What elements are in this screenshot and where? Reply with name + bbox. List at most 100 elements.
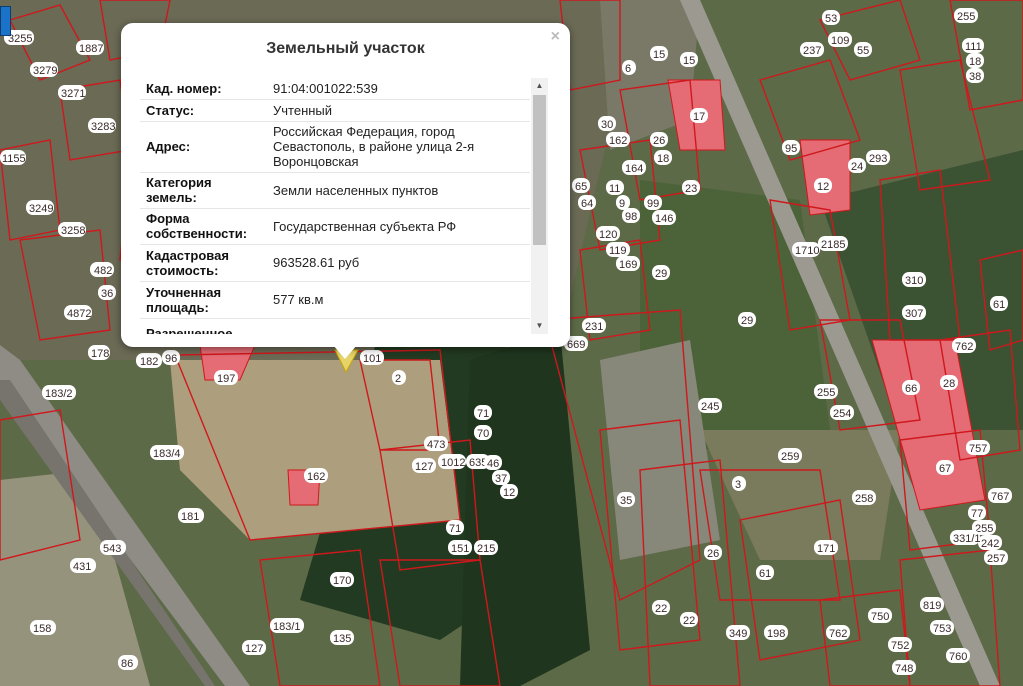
svg-text:65: 65 bbox=[575, 181, 587, 193]
svg-text:767: 767 bbox=[991, 491, 1009, 503]
svg-text:12: 12 bbox=[817, 181, 829, 193]
scrollbar-thumb[interactable] bbox=[533, 95, 546, 245]
svg-text:1155: 1155 bbox=[2, 153, 26, 165]
row-label-area: Уточненная площадь: bbox=[140, 281, 267, 319]
svg-text:3283: 3283 bbox=[91, 121, 115, 133]
svg-text:183/4: 183/4 bbox=[153, 448, 181, 460]
svg-text:753: 753 bbox=[933, 623, 951, 635]
svg-text:3279: 3279 bbox=[33, 65, 57, 77]
svg-text:162: 162 bbox=[609, 135, 627, 147]
svg-text:3: 3 bbox=[735, 479, 741, 491]
popup-scrollbar[interactable]: ▲ ▼ bbox=[531, 78, 548, 334]
svg-text:46: 46 bbox=[487, 458, 499, 470]
svg-text:15: 15 bbox=[653, 49, 665, 61]
svg-text:67: 67 bbox=[939, 463, 951, 475]
row-label-cadastral-value: Кадастровая стоимость: bbox=[140, 244, 267, 282]
row-label-address: Адрес: bbox=[140, 121, 267, 173]
svg-text:151: 151 bbox=[451, 543, 469, 555]
popup-pointer bbox=[333, 345, 357, 359]
svg-text:1710: 1710 bbox=[795, 245, 819, 257]
svg-text:2: 2 bbox=[395, 373, 401, 385]
svg-text:1012: 1012 bbox=[441, 457, 465, 469]
svg-text:35: 35 bbox=[620, 495, 632, 507]
svg-text:170: 170 bbox=[333, 575, 351, 587]
svg-text:71: 71 bbox=[449, 523, 461, 535]
svg-text:9: 9 bbox=[619, 198, 625, 210]
row-label-ownership: Форма собственности: bbox=[140, 208, 267, 245]
table-row: Кадастровая стоимость: 963528.61 руб bbox=[140, 244, 530, 282]
svg-text:61: 61 bbox=[993, 299, 1005, 311]
svg-text:331/1: 331/1 bbox=[953, 533, 981, 545]
svg-text:258: 258 bbox=[855, 493, 873, 505]
map-control-button[interactable] bbox=[0, 6, 11, 36]
scroll-up-arrow-icon[interactable]: ▲ bbox=[531, 78, 548, 94]
svg-text:171: 171 bbox=[817, 543, 835, 555]
svg-text:215: 215 bbox=[477, 543, 495, 555]
svg-text:109: 109 bbox=[831, 35, 849, 47]
row-label-permitted-use: Разрешенное bbox=[140, 318, 267, 334]
svg-text:245: 245 bbox=[701, 401, 719, 413]
svg-text:182: 182 bbox=[140, 356, 158, 368]
svg-text:482: 482 bbox=[94, 265, 112, 277]
svg-text:473: 473 bbox=[427, 439, 445, 451]
svg-text:64: 64 bbox=[581, 198, 593, 210]
svg-text:1887: 1887 bbox=[79, 43, 103, 55]
svg-text:178: 178 bbox=[91, 348, 109, 360]
svg-text:762: 762 bbox=[829, 628, 847, 640]
svg-text:55: 55 bbox=[857, 45, 869, 57]
scroll-down-arrow-icon[interactable]: ▼ bbox=[531, 318, 548, 334]
svg-text:99: 99 bbox=[647, 198, 659, 210]
svg-text:257: 257 bbox=[987, 553, 1005, 565]
parcel-info-popup: Земельный участок × Кад. номер: 91:04:001… bbox=[121, 23, 570, 347]
svg-text:752: 752 bbox=[891, 640, 909, 652]
close-icon[interactable]: × bbox=[551, 28, 560, 46]
svg-text:22: 22 bbox=[683, 615, 695, 627]
svg-text:95: 95 bbox=[785, 143, 797, 155]
svg-text:3255: 3255 bbox=[8, 33, 32, 45]
svg-text:36: 36 bbox=[101, 288, 113, 300]
svg-text:127: 127 bbox=[415, 461, 433, 473]
svg-text:4872: 4872 bbox=[67, 308, 91, 320]
row-value-cadastral-value: 963528.61 руб bbox=[267, 244, 530, 282]
svg-text:77: 77 bbox=[971, 508, 983, 520]
svg-text:750: 750 bbox=[871, 611, 889, 623]
svg-text:431: 431 bbox=[73, 561, 91, 573]
svg-text:3271: 3271 bbox=[61, 88, 85, 100]
row-label-cadastral-number: Кад. номер: bbox=[140, 78, 267, 100]
svg-text:66: 66 bbox=[905, 383, 917, 395]
svg-text:18: 18 bbox=[657, 153, 669, 165]
svg-text:101: 101 bbox=[363, 353, 381, 365]
svg-text:198: 198 bbox=[767, 628, 785, 640]
svg-text:71: 71 bbox=[477, 408, 489, 420]
svg-text:111: 111 bbox=[965, 41, 982, 53]
svg-text:237: 237 bbox=[803, 45, 821, 57]
svg-text:242: 242 bbox=[981, 538, 999, 550]
svg-text:26: 26 bbox=[653, 135, 665, 147]
svg-text:669: 669 bbox=[567, 339, 585, 351]
row-value-address: Российская Федерация, город Севастополь,… bbox=[267, 121, 530, 173]
info-table-container[interactable]: Кад. номер: 91:04:001022:539 Статус: Учтен… bbox=[140, 78, 548, 334]
svg-text:293: 293 bbox=[869, 153, 887, 165]
svg-text:53: 53 bbox=[825, 13, 837, 25]
svg-text:197: 197 bbox=[217, 373, 235, 385]
svg-text:11: 11 bbox=[609, 183, 620, 195]
svg-text:762: 762 bbox=[955, 341, 973, 353]
table-row: Адрес: Российская Федерация, город Севаст… bbox=[140, 121, 530, 173]
table-row: Уточненная площадь: 577 кв.м bbox=[140, 281, 530, 319]
svg-text:6: 6 bbox=[625, 63, 631, 75]
svg-text:17: 17 bbox=[693, 111, 705, 123]
svg-text:135: 135 bbox=[333, 633, 351, 645]
row-value-land-category: Земли населенных пунктов bbox=[267, 172, 530, 209]
svg-text:543: 543 bbox=[103, 543, 121, 555]
table-row: Форма собственности: Государственная субъ… bbox=[140, 208, 530, 245]
row-value-area: 577 кв.м bbox=[267, 281, 530, 319]
row-value-status: Учтенный bbox=[267, 99, 530, 122]
svg-text:146: 146 bbox=[655, 213, 673, 225]
table-row: Статус: Учтенный bbox=[140, 99, 530, 122]
svg-text:162: 162 bbox=[307, 471, 325, 483]
table-row: Кад. номер: 91:04:001022:539 bbox=[140, 78, 530, 100]
svg-text:38: 38 bbox=[969, 71, 981, 83]
svg-text:86: 86 bbox=[121, 658, 133, 670]
svg-text:231: 231 bbox=[585, 321, 603, 333]
svg-text:748: 748 bbox=[895, 663, 913, 675]
